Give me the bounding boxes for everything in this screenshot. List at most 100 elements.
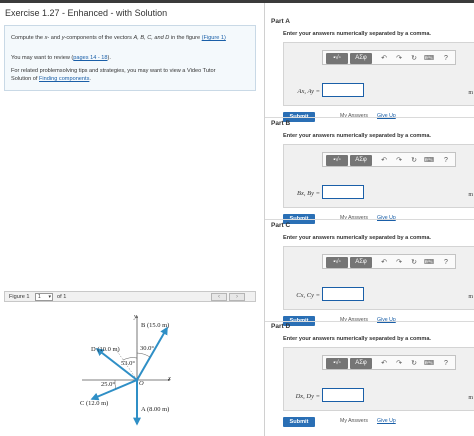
template-button[interactable]: ▪√▫ xyxy=(326,257,348,268)
label-y-axis: y xyxy=(133,313,137,320)
figure-select[interactable]: 1 ▾ xyxy=(35,293,53,301)
part-instruction: Enter your answers numerically separated… xyxy=(283,235,431,241)
my-answers-button[interactable]: My Answers xyxy=(340,113,368,119)
redo-icon[interactable]: ↷ xyxy=(394,53,404,64)
exercise-title: Exercise 1.27 - Enhanced - with Solution xyxy=(5,8,168,18)
keyboard-icon[interactable]: ⌨ xyxy=(424,155,434,166)
help-button[interactable]: ? xyxy=(441,257,451,268)
divider xyxy=(265,117,474,118)
label-origin: O xyxy=(139,380,144,387)
answer-box: ▪√▫ ΑΣφ ↶ ↷ ↻ ⌨ ? Bx, By = m xyxy=(283,144,474,208)
label-vector-d: D (10.0 m) xyxy=(91,346,120,353)
problem-info-box: Compute the x- and y-components of the v… xyxy=(4,25,256,91)
figure-link[interactable]: (Figure 1) xyxy=(202,35,226,41)
vector-figure: B (15.0 m) D (10.0 m) C (12.0 m) A (8.00… xyxy=(60,303,210,436)
review-line: You may want to review (pages 14 - 18). xyxy=(11,55,111,61)
keyboard-icon[interactable]: ⌨ xyxy=(424,358,434,369)
help-button[interactable]: ? xyxy=(441,155,451,166)
figure-navigation-bar: Figure 1 1 ▾ of 1 ‹ › xyxy=(4,291,256,302)
answer-label: Ax, Ay = xyxy=(297,88,321,95)
redo-icon[interactable]: ↷ xyxy=(394,257,404,268)
keyboard-icon[interactable]: ⌨ xyxy=(424,53,434,64)
part-b: Part B Enter your answers numerically se… xyxy=(265,120,474,224)
figure-count: of 1 xyxy=(57,294,67,300)
answer-box: ▪√▫ ΑΣφ ↶ ↷ ↻ ⌨ ? Cx, Cy = m xyxy=(283,246,474,310)
answer-label: Bx, By = xyxy=(297,190,320,197)
my-answers-button[interactable]: My Answers xyxy=(340,418,368,424)
unit-label: m xyxy=(468,294,473,300)
redo-icon[interactable]: ↷ xyxy=(394,155,404,166)
part-instruction: Enter your answers numerically separated… xyxy=(283,133,431,139)
answer-input[interactable] xyxy=(322,287,364,301)
review-pages-link[interactable]: pages 14 - 18 xyxy=(73,55,107,61)
greek-symbols-button[interactable]: ΑΣφ xyxy=(350,155,372,166)
answer-label: Dx, Dy = xyxy=(295,393,320,400)
label-angle-25: 25.0° xyxy=(101,381,115,388)
keyboard-icon[interactable]: ⌨ xyxy=(424,257,434,268)
next-figure-button[interactable]: › xyxy=(229,293,245,301)
undo-icon[interactable]: ↶ xyxy=(379,358,389,369)
divider xyxy=(265,219,474,220)
greek-symbols-button[interactable]: ΑΣφ xyxy=(350,53,372,64)
part-title: Part C xyxy=(271,222,291,229)
problem-statement: Compute the x- and y-components of the v… xyxy=(11,35,226,41)
math-toolbar: ▪√▫ ΑΣφ ↶ ↷ ↻ ⌨ ? xyxy=(322,50,456,65)
answer-label: Cx, Cy = xyxy=(296,292,320,299)
part-d: Part D Enter your answers numerically se… xyxy=(265,323,474,427)
give-up-link[interactable]: Give Up xyxy=(377,215,396,221)
finding-components-link[interactable]: Finding components xyxy=(39,76,89,82)
answer-input[interactable] xyxy=(322,388,364,402)
math-toolbar: ▪√▫ ΑΣφ ↶ ↷ ↻ ⌨ ? xyxy=(322,254,456,269)
label-vector-b: B (15.0 m) xyxy=(141,322,169,329)
divider xyxy=(265,321,474,322)
give-up-link[interactable]: Give Up xyxy=(377,113,396,119)
unit-label: m xyxy=(468,90,473,96)
answer-input[interactable] xyxy=(322,83,364,97)
undo-icon[interactable]: ↶ xyxy=(379,53,389,64)
part-title: Part A xyxy=(271,18,290,25)
template-button[interactable]: ▪√▫ xyxy=(326,155,348,166)
part-title: Part D xyxy=(271,323,291,330)
help-button[interactable]: ? xyxy=(441,358,451,369)
angle-arc-25 xyxy=(114,379,117,390)
reset-icon[interactable]: ↻ xyxy=(409,53,419,64)
redo-icon[interactable]: ↷ xyxy=(394,358,404,369)
math-toolbar: ▪√▫ ΑΣφ ↶ ↷ ↻ ⌨ ? xyxy=(322,152,456,167)
reset-icon[interactable]: ↻ xyxy=(409,257,419,268)
my-answers-button[interactable]: My Answers xyxy=(340,215,368,221)
prev-figure-button[interactable]: ‹ xyxy=(211,293,227,301)
vector-b xyxy=(136,326,168,381)
label-x-axis: x xyxy=(167,375,171,382)
part-instruction: Enter your answers numerically separated… xyxy=(283,336,431,342)
part-instruction: Enter your answers numerically separated… xyxy=(283,31,431,37)
undo-icon[interactable]: ↶ xyxy=(379,155,389,166)
part-c: Part C Enter your answers numerically se… xyxy=(265,222,474,326)
answer-input[interactable] xyxy=(322,185,364,199)
label-vector-c: C (12.0 m) xyxy=(80,400,108,407)
label-angle-30: 30.0° xyxy=(140,345,154,352)
greek-symbols-button[interactable]: ΑΣφ xyxy=(350,257,372,268)
reset-icon[interactable]: ↻ xyxy=(409,358,419,369)
figure-label: Figure 1 xyxy=(9,294,30,300)
part-a: Part A Enter your answers numerically se… xyxy=(265,18,474,122)
give-up-link[interactable]: Give Up xyxy=(377,418,396,424)
label-vector-a: A (8.00 m) xyxy=(141,406,169,413)
related-line-2: Solution of Finding components. xyxy=(11,76,91,82)
undo-icon[interactable]: ↶ xyxy=(379,257,389,268)
math-toolbar: ▪√▫ ΑΣφ ↶ ↷ ↻ ⌨ ? xyxy=(322,355,456,370)
vector-diagram: B (15.0 m) D (10.0 m) C (12.0 m) A (8.00… xyxy=(80,313,171,426)
template-button[interactable]: ▪√▫ xyxy=(326,53,348,64)
submit-button[interactable]: Submit xyxy=(283,417,315,427)
related-line: For related problemsolving tips and stra… xyxy=(11,68,216,74)
help-button[interactable]: ? xyxy=(441,53,451,64)
caret-down-icon: ▾ xyxy=(48,294,51,300)
greek-symbols-button[interactable]: ΑΣφ xyxy=(350,358,372,369)
chevron-right-icon: › xyxy=(236,294,238,300)
chevron-left-icon: ‹ xyxy=(218,294,220,300)
template-button[interactable]: ▪√▫ xyxy=(326,358,348,369)
answer-box: ▪√▫ ΑΣφ ↶ ↷ ↻ ⌨ ? Dx, Dy = m xyxy=(283,347,474,411)
reset-icon[interactable]: ↻ xyxy=(409,155,419,166)
part-title: Part B xyxy=(271,120,291,127)
angle-arc-30 xyxy=(136,352,151,358)
unit-label: m xyxy=(468,395,473,401)
